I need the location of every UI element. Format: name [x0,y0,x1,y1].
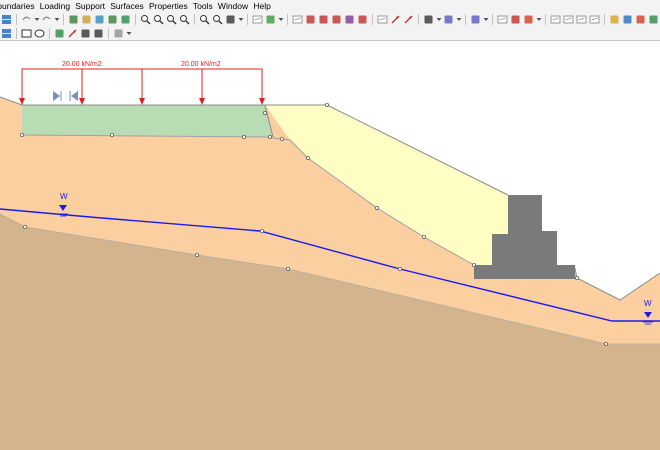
menu-help[interactable]: Help [251,0,274,12]
water-table-icon[interactable] [292,14,304,25]
dropdown-arrow-icon[interactable] [456,14,462,25]
toolbar-separator [63,14,64,25]
edit-vertex-icon[interactable] [357,14,369,25]
toolbar-separator [16,28,17,39]
rectangle-icon[interactable] [21,28,33,39]
query-icon[interactable] [550,14,562,25]
zoom-previous-icon[interactable] [212,14,224,25]
pen-icon[interactable] [113,28,125,39]
move-vertex-icon[interactable] [344,14,356,25]
menu-support[interactable]: Support [73,0,108,12]
slope-model-drawing[interactable]: W W 20.00 kN/m2 20.00 kN/m2 [0,41,660,450]
material-icon[interactable] [523,14,535,25]
toolbar-separator [247,14,248,25]
zoom-out-icon[interactable] [153,14,165,25]
toolbar-separator [108,28,109,39]
toolbar-separator [135,14,136,25]
external-boundary-icon[interactable] [252,14,264,25]
svg-text:W: W [60,192,68,201]
toolbar-separator [418,14,419,25]
graph-icon[interactable] [563,14,575,25]
piezo-line-icon[interactable] [305,14,317,25]
zoom-window-icon[interactable] [166,14,178,25]
toolbar-separator [16,14,17,25]
dropdown-arrow-icon[interactable] [278,14,284,25]
select-icon[interactable] [377,14,389,25]
dropdown-arrow-icon[interactable] [436,14,442,25]
open-folder-icon[interactable] [609,14,621,25]
grid-icon[interactable] [1,14,13,25]
dropdown-arrow-icon[interactable] [483,14,489,25]
menu-tools[interactable]: Tools [190,0,215,12]
support-icon[interactable] [423,14,435,25]
point-load-icon[interactable] [403,14,415,25]
chart-icon[interactable] [120,14,132,25]
load-label: 20.00 kN/m2 [62,61,102,68]
properties-icon[interactable] [497,14,509,25]
svg-text:W: W [644,299,652,308]
menu-surfaces[interactable]: Surfaces [108,0,147,12]
toolbar-separator [49,28,50,39]
view-options-icon[interactable] [1,28,13,39]
zoom-all-icon[interactable] [199,14,211,25]
support-marker[interactable] [53,91,78,101]
print-icon[interactable] [635,14,647,25]
settings-icon[interactable] [648,14,660,25]
anchor-icon[interactable] [443,14,455,25]
menu-bar: BoundariesLoadingSupportSurfacesProperti… [0,0,660,12]
dropdown-arrow-icon[interactable] [238,14,244,25]
toolbar-separator [465,14,466,25]
zoom-in-icon[interactable] [140,14,152,25]
assign-icon[interactable] [510,14,522,25]
dropdown-arrow-icon[interactable] [536,14,542,25]
drawing-toolbar [0,27,660,41]
toolbar-separator [194,14,195,25]
undo-icon[interactable] [21,14,33,25]
zoom-extents-icon[interactable] [179,14,191,25]
delete-vertex-icon[interactable] [331,14,343,25]
dropdown-arrow-icon[interactable] [126,28,132,39]
pan-icon[interactable] [225,14,237,25]
add-vertex-icon[interactable] [318,14,330,25]
toolbar-separator [372,14,373,25]
model-view[interactable]: W W 20.00 kN/m2 20.00 kN/m2 [0,41,660,450]
interpret-icon[interactable] [81,14,93,25]
menu-boundaries[interactable]: Boundaries [0,0,37,12]
info-icon[interactable] [107,14,119,25]
menu-loading[interactable]: Loading [37,0,72,12]
grid-search-icon[interactable] [470,14,482,25]
export-icon[interactable] [576,14,588,25]
dimension-icon[interactable] [80,28,92,39]
arrow-icon[interactable] [67,28,79,39]
dropdown-arrow-icon[interactable] [54,14,60,25]
toolbar-separator [604,14,605,25]
distributed-load-2[interactable] [142,68,265,105]
distributed-load-1[interactable] [19,68,145,105]
ellipse-icon[interactable] [34,28,46,39]
top-layer-region[interactable] [22,105,273,137]
text-box-icon[interactable] [54,28,66,39]
toolbar-separator [287,14,288,25]
compute-icon[interactable] [68,14,80,25]
distributed-load-icon[interactable] [390,14,402,25]
save-icon[interactable] [622,14,634,25]
toolbar-separator [492,14,493,25]
redo-icon[interactable] [41,14,53,25]
material-boundary-icon[interactable] [265,14,277,25]
menu-properties[interactable]: Properties [146,0,190,12]
dropdown-arrow-icon[interactable] [34,14,40,25]
angle-icon[interactable] [93,28,105,39]
report-icon[interactable] [589,14,601,25]
toolbar-separator [545,14,546,25]
menu-window[interactable]: Window [215,0,250,12]
main-toolbar [0,12,660,27]
load-label: 20.00 kN/m2 [181,61,221,68]
display-icon[interactable] [94,14,106,25]
